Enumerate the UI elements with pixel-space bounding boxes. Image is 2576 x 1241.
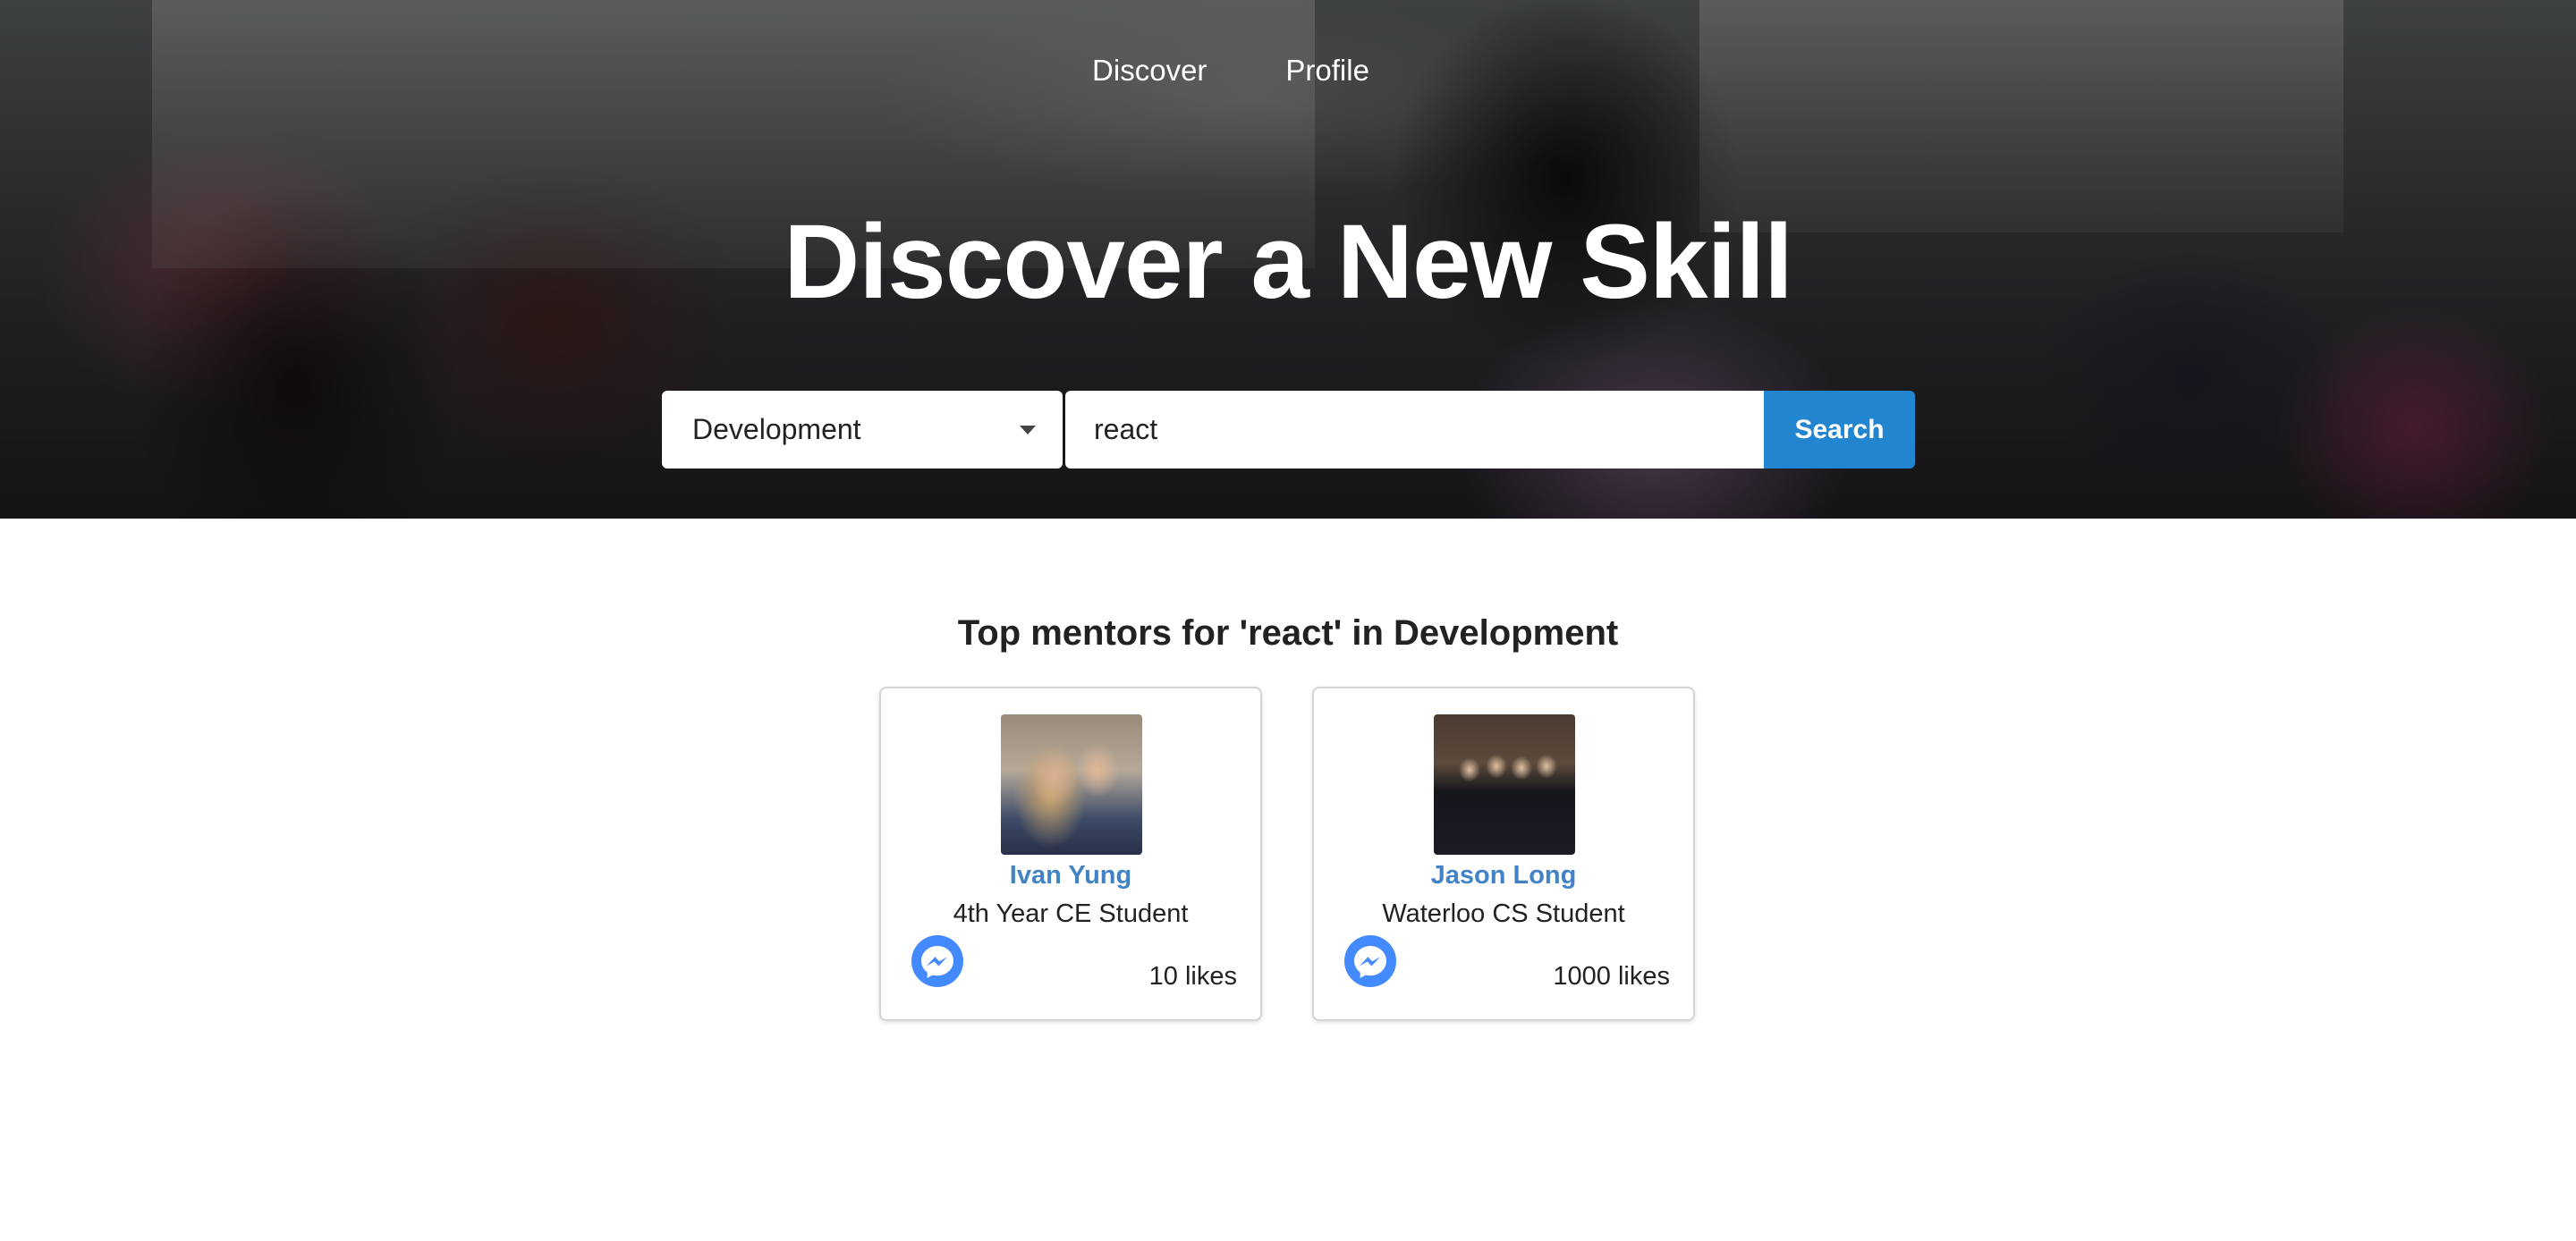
- nav-discover-link[interactable]: Discover: [1092, 54, 1207, 88]
- mentor-card: Ivan Yung 4th Year CE Student 10 likes: [879, 687, 1262, 1021]
- hero-title: Discover a New Skill: [784, 203, 1793, 321]
- messenger-icon[interactable]: [1344, 935, 1396, 987]
- category-dropdown[interactable]: Development: [662, 391, 1063, 469]
- search-button[interactable]: Search: [1764, 391, 1915, 469]
- search-bar: Development Search: [662, 391, 1915, 469]
- category-dropdown-value: Development: [692, 413, 861, 445]
- hero-banner: Discover Profile Discover a New Skill De…: [0, 0, 2576, 519]
- mentor-likes: 1000 likes: [1553, 962, 1670, 991]
- mentor-description: Waterloo CS Student: [1382, 899, 1625, 928]
- top-nav: Discover Profile: [0, 54, 2576, 88]
- dropdown-caret-icon: [1020, 425, 1036, 435]
- mentor-description: 4th Year CE Student: [953, 899, 1189, 928]
- mentor-avatar: [1001, 714, 1142, 855]
- mentor-card: Jason Long Waterloo CS Student 1000 like…: [1312, 687, 1695, 1021]
- messenger-icon[interactable]: [911, 935, 963, 987]
- mentor-likes: 10 likes: [1148, 962, 1237, 991]
- mentor-name-link[interactable]: Ivan Yung: [881, 861, 1260, 891]
- results-heading: Top mentors for 'react' in Development: [957, 613, 1619, 653]
- mentor-card-list: Ivan Yung 4th Year CE Student 10 likes J…: [879, 687, 1695, 1021]
- mentor-name-link[interactable]: Jason Long: [1314, 861, 1693, 891]
- nav-profile-link[interactable]: Profile: [1285, 54, 1369, 88]
- search-input[interactable]: [1065, 391, 1764, 469]
- mentor-avatar: [1434, 714, 1575, 855]
